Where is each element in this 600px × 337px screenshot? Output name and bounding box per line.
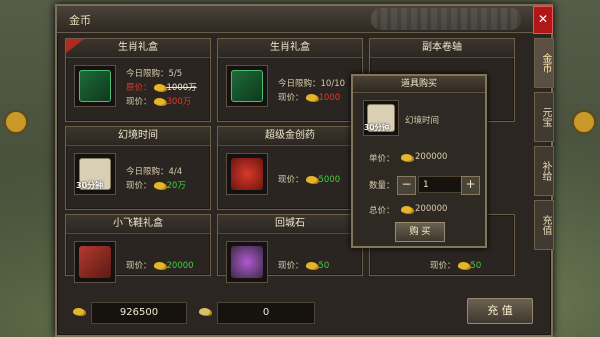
shop-card[interactable]: 生肖礼盒 今日限购：5/5 原价： 1000万 现价： 300万 [65, 38, 211, 122]
card-title: 超级金创药 [218, 127, 362, 146]
gold-icon [457, 262, 469, 269]
shop-card[interactable]: 幻境时间 30分钟 今日限购：4/4 现价： 20万 [65, 126, 211, 210]
gold-icon [305, 94, 317, 101]
gold-icon [153, 182, 165, 189]
unit-price-value: 200000 [415, 152, 448, 162]
card-title: 小飞鞋礼盒 [66, 215, 210, 234]
card-title: 回城石 [218, 215, 362, 234]
green-chest-icon [79, 70, 111, 102]
item-slot[interactable] [74, 241, 116, 283]
item-slot[interactable] [226, 241, 268, 283]
item-slot[interactable] [226, 153, 268, 195]
card-title: 副本卷轴 [370, 39, 514, 58]
tab-recharge[interactable]: 充值 [534, 200, 554, 250]
card-info: 今日限购：10/10 现价： 1000 [278, 79, 346, 103]
gold-icon [305, 262, 317, 269]
stone-icon [231, 246, 263, 278]
gold-icon [305, 176, 317, 183]
recharge-button[interactable]: 充 值 [467, 298, 533, 324]
card-info: 现价： 50 [278, 261, 330, 271]
gold-icon [153, 84, 165, 91]
item-slot[interactable] [226, 65, 268, 107]
panel-title: 金币 [69, 14, 91, 27]
potion-icon [231, 158, 263, 190]
dragon-ornament-icon [371, 8, 521, 30]
quantity-input[interactable]: 1 [418, 176, 466, 193]
green-chest-icon [231, 70, 263, 102]
ingot-balance: 0 [217, 302, 315, 324]
gold-icon [401, 154, 412, 161]
card-info: 现价： 5000 [278, 175, 341, 185]
total-price-label: 总价： [369, 206, 395, 216]
shop-card[interactable]: 生肖礼盒 今日限购：10/10 现价： 1000 [217, 38, 363, 122]
quantity-decrease-button[interactable]: − [397, 176, 416, 195]
card-title: 生肖礼盒 [66, 39, 210, 58]
boot-icon [79, 246, 111, 278]
item-slot[interactable] [74, 65, 116, 107]
shop-card[interactable]: 回城石 现价： 50 [217, 214, 363, 283]
gold-icon [73, 308, 84, 315]
unit-price-label: 单价： [369, 154, 395, 164]
gold-balance: 926500 [91, 302, 187, 324]
currency-bar: 926500 0 充 值 [65, 295, 543, 329]
card-info: 今日限购：4/4 现价： 20万 [126, 167, 186, 191]
buy-button[interactable]: 购 买 [395, 222, 445, 242]
side-tabs: 金币 元宝 补给 充值 [534, 38, 554, 254]
card-title: 生肖礼盒 [218, 39, 362, 58]
total-price-value: 200000 [415, 204, 448, 214]
gold-coin-orb-icon[interactable] [572, 110, 596, 134]
dialog-title: 道具购买 [353, 76, 485, 93]
tab-supply[interactable]: 补给 [534, 146, 554, 196]
quantity-label: 数量： [369, 181, 395, 191]
close-button[interactable]: ✕ [533, 6, 553, 34]
card-info: 现价： 20000 [126, 261, 194, 271]
gold-icon [401, 206, 412, 213]
icon-caption: 30分钟 [364, 123, 390, 132]
gold-icon [153, 98, 165, 105]
card-title: 幻境时间 [66, 127, 210, 146]
shop-card[interactable]: 小飞鞋礼盒 现价： 20000 [65, 214, 211, 283]
item-slot[interactable]: 30分钟 [74, 153, 116, 195]
title-bar: 金币 ✕ [57, 6, 553, 34]
icon-caption: 30分钟 [76, 181, 104, 190]
tab-yuanbao[interactable]: 元宝 [534, 92, 554, 142]
dialog-item-slot: 30分钟 [363, 100, 399, 136]
dialog-item-name: 幻境时间 [405, 116, 440, 126]
tab-gold[interactable]: 金币 [534, 38, 554, 88]
card-info: 今日限购：5/5 原价： 1000万 现价： 300万 [126, 69, 197, 107]
shop-card[interactable]: 超级金创药 现价： 5000 [217, 126, 363, 210]
gold-icon [153, 262, 165, 269]
quantity-increase-button[interactable]: + [461, 176, 480, 195]
left-scroll-orb-icon [4, 110, 28, 134]
card-info: 现价： 50 [430, 261, 482, 271]
purchase-dialog: 道具购买 30分钟 幻境时间 单价： 200000 数量： − 1 + 总价： … [351, 74, 487, 248]
ingot-icon [199, 308, 210, 315]
